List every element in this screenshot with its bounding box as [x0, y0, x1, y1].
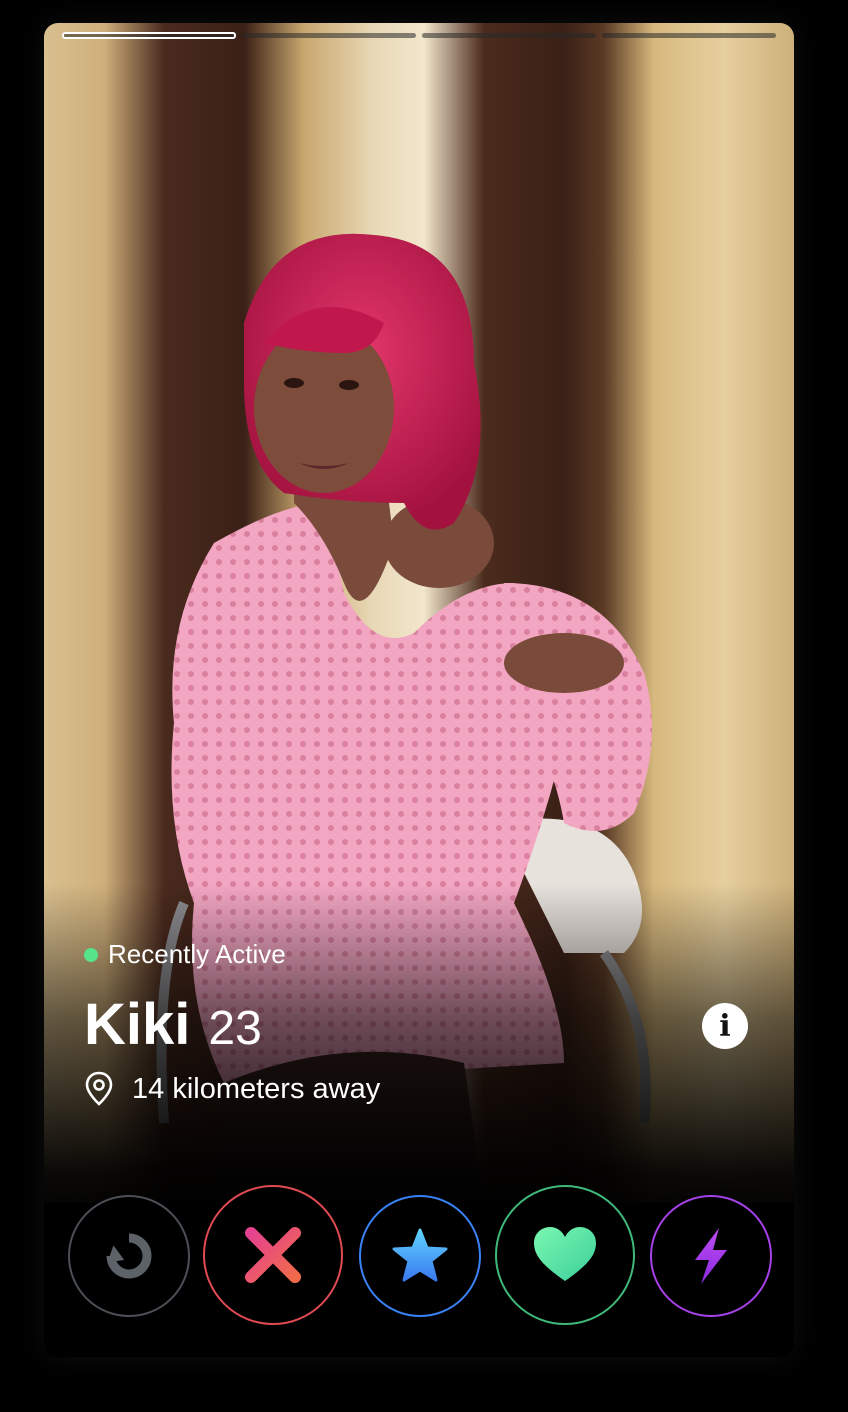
super-like-button[interactable]: [359, 1195, 481, 1317]
photo-indicator-2[interactable]: [242, 33, 416, 38]
rewind-icon: [106, 1233, 152, 1279]
name-age-row: Kiki 23: [84, 991, 262, 1058]
profile-name: Kiki: [84, 992, 191, 1057]
info-icon: i: [719, 1008, 731, 1044]
photo-indicator-4[interactable]: [602, 33, 776, 38]
info-button[interactable]: i: [702, 1003, 748, 1049]
photo-indicator-3[interactable]: [422, 33, 596, 38]
active-dot-icon: [84, 947, 98, 962]
profile-age: 23: [208, 1002, 262, 1055]
like-button[interactable]: [495, 1185, 635, 1325]
nope-button[interactable]: [203, 1185, 343, 1325]
distance-row: 14 kilometers away: [84, 1071, 380, 1107]
distance-label: 14 kilometers away: [132, 1072, 381, 1105]
rewind-button[interactable]: [68, 1195, 190, 1317]
photo-progress-bar: [62, 32, 776, 41]
activity-status-label: Recently Active: [108, 939, 286, 969]
profile-card[interactable]: Recently Active Kiki 23 i 14 kilometers …: [44, 23, 794, 1357]
location-pin-icon: [85, 1071, 113, 1106]
star-icon: [392, 1228, 448, 1282]
photo-indicator-1[interactable]: [62, 32, 236, 39]
activity-status: Recently Active: [84, 939, 286, 970]
heart-icon: [534, 1227, 596, 1281]
lightning-icon: [695, 1228, 727, 1284]
x-icon: [245, 1227, 301, 1283]
action-bar: [44, 1183, 794, 1333]
boost-button[interactable]: [650, 1195, 772, 1317]
